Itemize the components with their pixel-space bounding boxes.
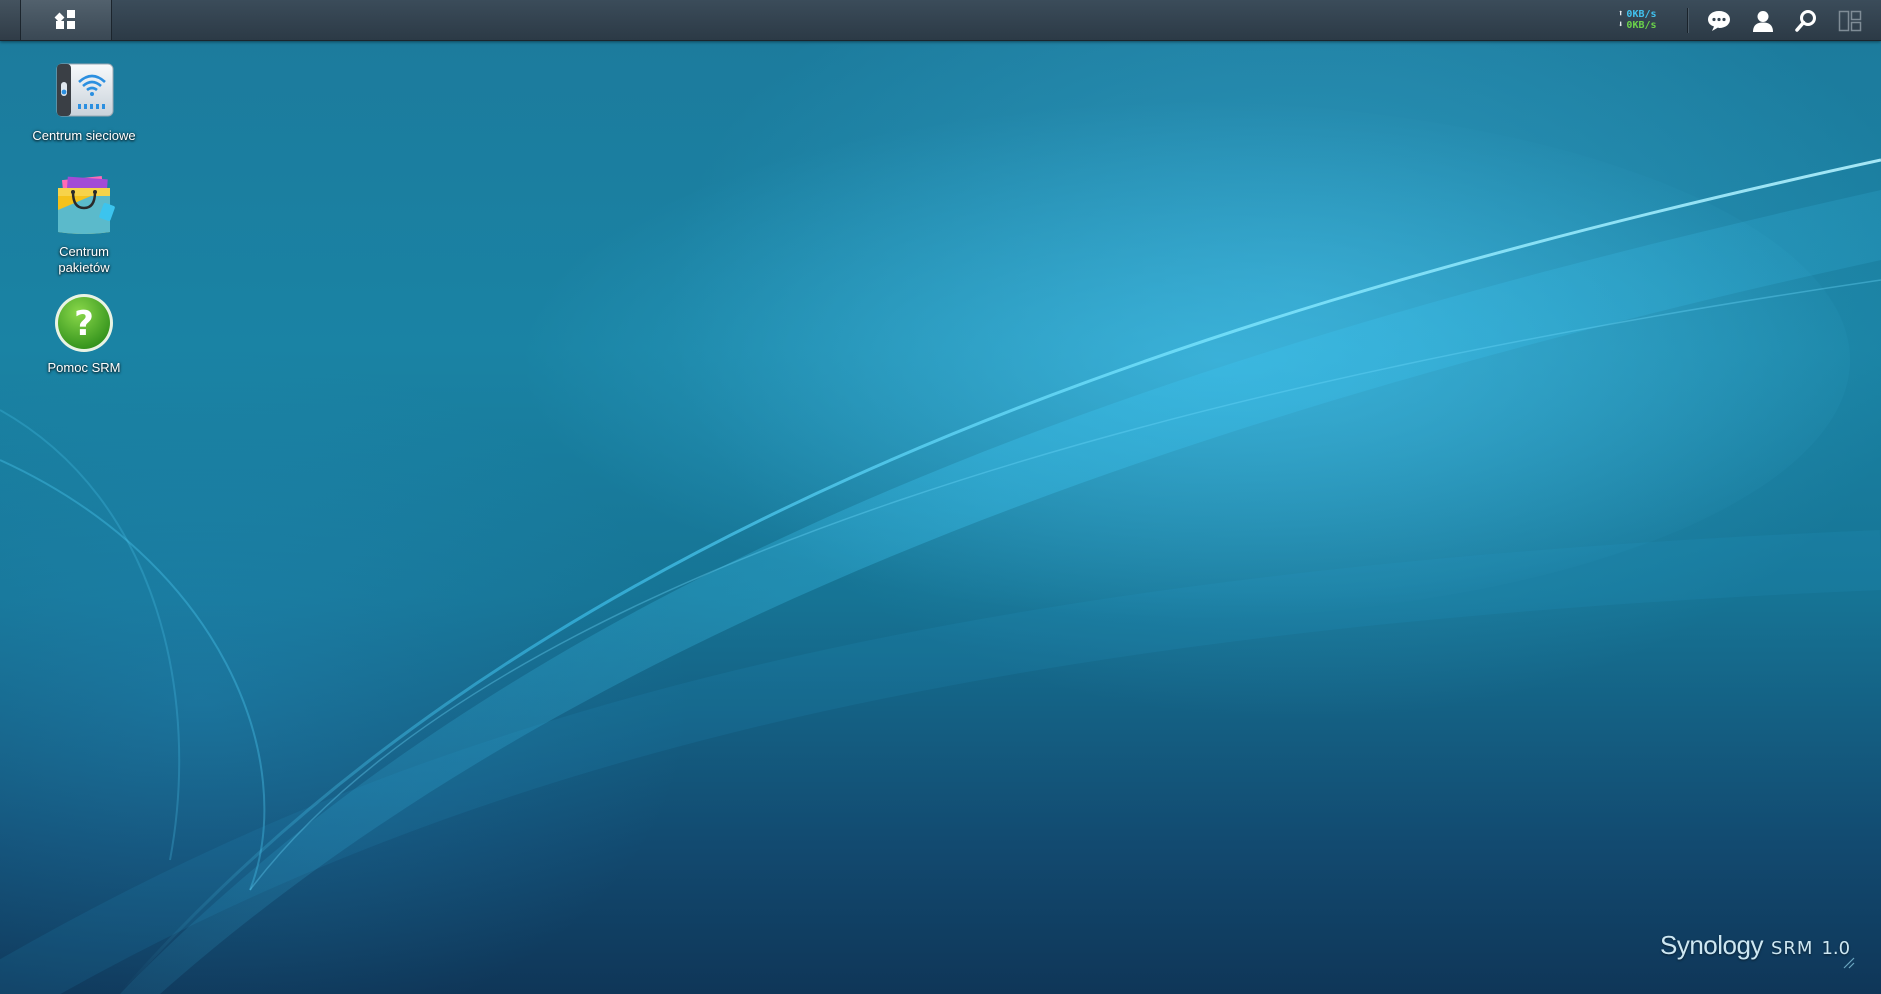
notifications-icon (1708, 11, 1730, 31)
package-center-icon (58, 175, 115, 234)
network-traffic-indicator: ⬆ 0KB/s ⬇ 0KB/s (1618, 9, 1657, 33)
network-center-icon (56, 63, 114, 117)
taskbar: ⬆ 0KB/s ⬇ 0KB/s (0, 0, 1881, 41)
shortcut-label-line1: Centrum (59, 244, 109, 259)
taskbar-separator (1687, 8, 1688, 33)
widgets-icon (1838, 10, 1862, 32)
download-arrow-icon: ⬇ (1618, 20, 1624, 30)
upload-rate: 0KB/s (1626, 9, 1657, 20)
brand-name: Synology (1660, 930, 1763, 960)
notifications-button[interactable] (1705, 7, 1733, 35)
taskbar-edge (0, 0, 21, 40)
shortcut-label-line2: pakietów (58, 260, 110, 275)
upload-arrow-icon: ⬆ (1618, 9, 1624, 19)
main-menu-icon (54, 10, 75, 29)
help-icon: ? (55, 294, 113, 352)
desktop-wallpaper (0, 100, 1881, 994)
shortcut-label: Centrum sieciowe (32, 128, 136, 143)
user-icon (1753, 11, 1773, 32)
shortcut-package-center[interactable]: Centrum pakietów (24, 174, 144, 276)
brand-product: SRM (1770, 938, 1814, 959)
shortcut-label: Centrum pakietów (24, 244, 144, 276)
search-button[interactable] (1792, 7, 1820, 35)
shortcut-help[interactable]: ? Pomoc SRM (24, 290, 144, 376)
user-button[interactable] (1749, 7, 1777, 35)
main-menu-button[interactable] (21, 0, 112, 40)
svg-text:?: ? (74, 304, 94, 344)
brand-watermark: Synology SRM 1.0 (1660, 930, 1850, 961)
shortcut-label: Pomoc SRM (47, 360, 121, 375)
download-rate: 0KB/s (1626, 20, 1657, 31)
resize-grip-icon (1843, 957, 1855, 969)
shortcut-network-center[interactable]: Centrum sieciowe (24, 58, 144, 144)
search-icon (1795, 10, 1816, 32)
widgets-button[interactable] (1836, 7, 1864, 35)
